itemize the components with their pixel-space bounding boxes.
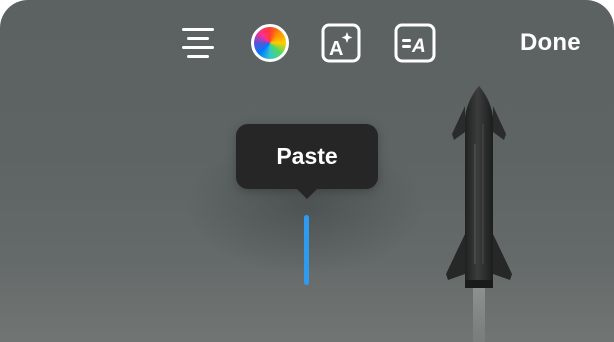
color-wheel-icon — [251, 24, 289, 62]
done-button[interactable]: Done — [520, 26, 600, 60]
text-align-center-icon — [182, 28, 214, 58]
text-effect-sparkle-icon: A — [321, 23, 361, 63]
paste-menu-button[interactable]: Paste — [236, 124, 378, 189]
text-align-button[interactable] — [177, 22, 219, 64]
text-background-style-icon: A — [394, 23, 436, 63]
text-color-button[interactable] — [248, 22, 292, 64]
rocket-background-image — [446, 86, 512, 342]
svg-text:A: A — [329, 38, 343, 60]
story-text-editor: A A Done Paste — [0, 0, 614, 342]
text-effect-button[interactable]: A — [320, 22, 362, 64]
text-cursor[interactable] — [304, 215, 309, 285]
svg-text:A: A — [411, 36, 426, 57]
paste-menu-pointer — [296, 188, 318, 199]
text-style-button[interactable]: A — [392, 22, 438, 64]
